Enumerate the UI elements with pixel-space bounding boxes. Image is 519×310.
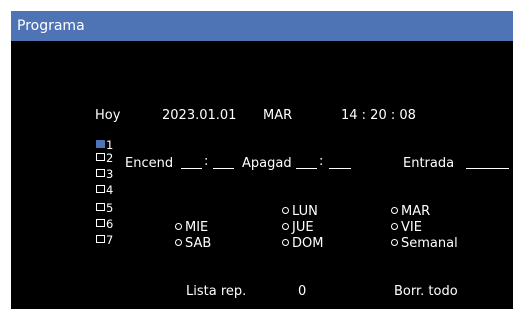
checkbox-icon: [96, 219, 105, 227]
day-option-lun[interactable]: LUN: [282, 204, 318, 219]
playlist-button[interactable]: Lista rep.: [186, 284, 246, 299]
current-date: 2023.01.01: [162, 108, 237, 123]
window-title: Programa: [17, 18, 85, 34]
power-off-label: Apagad: [242, 156, 292, 171]
slot-4[interactable]: 4: [96, 184, 113, 197]
checkbox-icon: [96, 185, 105, 193]
day-option-jue[interactable]: JUE: [282, 220, 314, 235]
radio-icon: [175, 223, 182, 230]
checkbox-icon: [96, 235, 105, 243]
clear-all-button[interactable]: Borr. todo: [394, 284, 458, 299]
radio-icon: [391, 239, 398, 246]
checkbox-icon: [96, 140, 105, 148]
day-option-vie[interactable]: VIE: [391, 220, 422, 235]
title-bar: Programa: [11, 11, 513, 41]
today-label: Hoy: [95, 108, 121, 123]
on-minute-field[interactable]: [213, 157, 234, 169]
checkbox-icon: [96, 203, 105, 211]
slot-7[interactable]: 7: [96, 234, 113, 247]
playlist-value: 0: [298, 284, 307, 299]
current-time: 14 : 20 : 08: [341, 108, 416, 123]
on-time-colon: :: [204, 154, 209, 169]
slot-3[interactable]: 3: [96, 168, 113, 181]
off-hour-field[interactable]: [296, 157, 317, 169]
day-option-dom[interactable]: DOM: [282, 236, 323, 251]
radio-icon: [282, 223, 289, 230]
day-option-semanal[interactable]: Semanal: [391, 236, 458, 251]
radio-icon: [391, 207, 398, 214]
day-option-sab[interactable]: SAB: [175, 236, 211, 251]
off-minute-field[interactable]: [329, 157, 351, 169]
input-source-field[interactable]: [466, 157, 509, 169]
day-option-mar[interactable]: MAR: [391, 204, 430, 219]
radio-icon: [282, 239, 289, 246]
radio-icon: [175, 239, 182, 246]
slot-6[interactable]: 6: [96, 218, 113, 231]
schedule-window: Programa Hoy 2023.01.01 MAR 14 : 20 : 08…: [11, 11, 513, 309]
checkbox-icon: [96, 169, 105, 177]
on-hour-field[interactable]: [181, 157, 202, 169]
power-on-label: Encend: [125, 156, 174, 171]
radio-icon: [391, 223, 398, 230]
slot-2[interactable]: 2: [96, 152, 113, 165]
input-source-label: Entrada: [403, 156, 455, 171]
radio-icon: [282, 207, 289, 214]
checkbox-icon: [96, 153, 105, 161]
off-time-colon: :: [319, 154, 324, 169]
slot-5[interactable]: 5: [96, 202, 113, 215]
slot-1[interactable]: 1: [96, 139, 113, 152]
day-option-mie[interactable]: MIE: [175, 220, 208, 235]
current-weekday: MAR: [263, 108, 293, 123]
